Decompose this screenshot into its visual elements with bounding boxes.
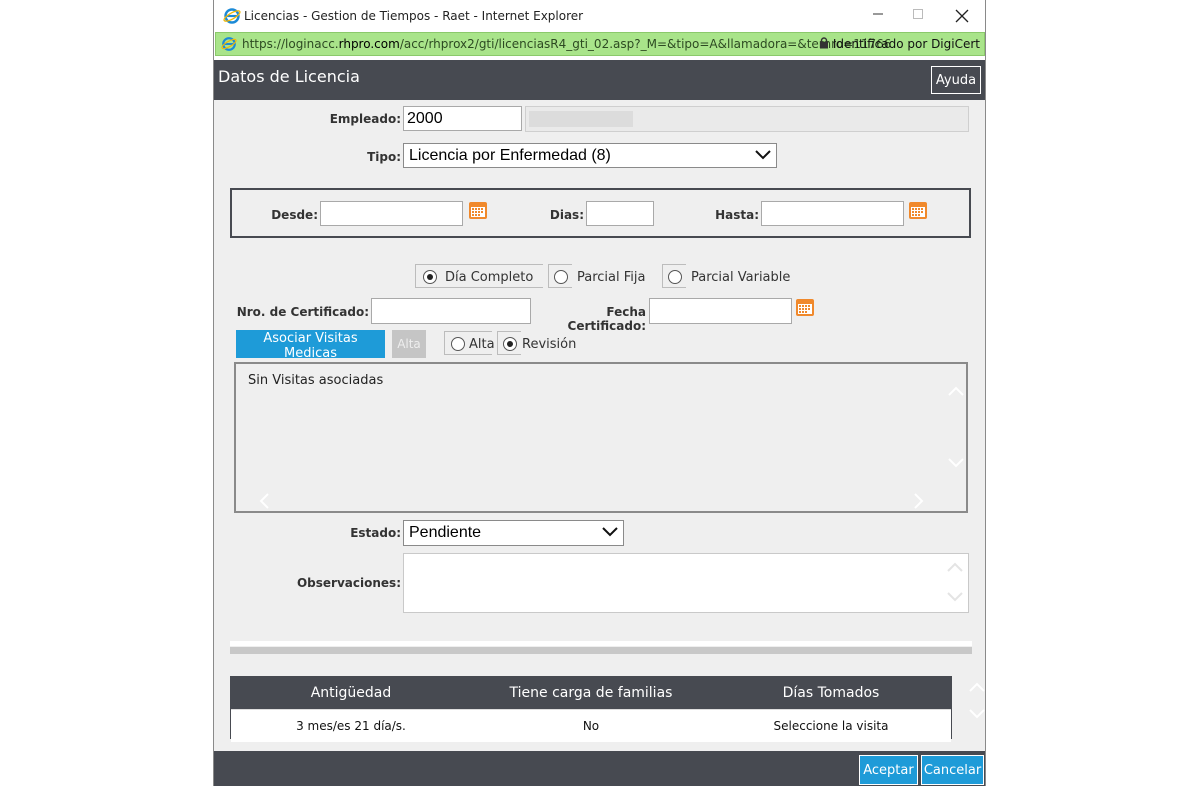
summary-table: Antigüedad Tiene carga de familias Días … <box>230 676 952 742</box>
dates-panel: Desde: Dias: Hasta: <box>230 188 971 238</box>
window-titlebar: Licencias - Gestion de Tiempos - Raet - … <box>214 0 985 32</box>
calendar-icon[interactable] <box>795 297 815 317</box>
cancel-button[interactable]: Cancelar <box>921 755 984 785</box>
calendar-icon[interactable] <box>468 200 488 220</box>
fecha-certificado-input[interactable] <box>649 298 792 324</box>
alta-button[interactable]: Alta <box>392 330 426 358</box>
table-row: 3 mes/es 21 día/s. No Seleccione la visi… <box>231 709 951 742</box>
dias-label: Dias: <box>549 208 584 222</box>
maximize-icon <box>913 9 923 19</box>
observaciones-textarea[interactable] <box>403 553 969 613</box>
revision-radio[interactable] <box>503 337 517 351</box>
visitas-list[interactable]: Sin Visitas asociadas <box>234 362 968 513</box>
estado-select-value: Pendiente <box>409 524 482 541</box>
internet-explorer-icon <box>221 37 237 51</box>
hasta-input[interactable] <box>761 201 904 226</box>
scroll-down-icon[interactable] <box>947 592 963 602</box>
divider <box>230 641 972 646</box>
certificate-indicator[interactable]: Identificado por DigiCert <box>819 37 980 51</box>
address-url[interactable]: https://loginacc.rhpro.com/acc/rhprox2/g… <box>242 37 891 51</box>
column-header-carga-familias: Tiene carga de familias <box>471 677 711 710</box>
scroll-up-icon[interactable] <box>947 562 963 572</box>
certificate-label: Identificado por DigiCert <box>832 37 980 51</box>
dias-tomados-cell: Seleccione la visita <box>711 709 951 742</box>
address-bar[interactable]: https://loginacc.rhpro.com/acc/rhprox2/g… <box>215 32 985 56</box>
tipo-select-value: Licencia por Enfermedad (8) <box>409 147 611 164</box>
url-prefix: https://loginacc. <box>242 37 339 51</box>
dias-input[interactable] <box>586 201 654 226</box>
calendar-icon[interactable] <box>908 200 928 220</box>
parcial-fija-label[interactable]: Parcial Fija <box>577 270 645 285</box>
dia-completo-radio[interactable] <box>423 270 437 284</box>
hasta-label: Hasta: <box>715 208 759 222</box>
redacted-employee-name <box>529 111 633 127</box>
window-title: Licencias - Gestion de Tiempos - Raet - … <box>244 9 584 23</box>
alta-radio-label[interactable]: Alta <box>469 337 495 352</box>
dialog-title: Datos de Licencia <box>218 67 360 86</box>
divider <box>230 647 972 654</box>
dia-completo-label[interactable]: Día Completo <box>445 270 533 285</box>
antiguedad-cell: 3 mes/es 21 día/s. <box>231 709 471 742</box>
nro-certificado-input[interactable] <box>371 298 531 324</box>
desde-label: Desde: <box>271 208 318 222</box>
chevron-down-icon <box>755 150 771 160</box>
revision-radio-label[interactable]: Revisión <box>522 337 576 352</box>
lock-icon <box>819 37 828 49</box>
empleado-label: Empleado: <box>329 112 401 126</box>
scroll-left-icon[interactable] <box>259 493 269 509</box>
visitas-empty-text: Sin Visitas asociadas <box>248 373 384 388</box>
internet-explorer-icon <box>223 8 241 24</box>
empleado-name-field <box>525 106 969 132</box>
url-domain: rhpro.com <box>338 37 400 51</box>
alta-radio[interactable] <box>451 337 465 351</box>
browser-window: Licencias - Gestion de Tiempos - Raet - … <box>213 0 986 786</box>
scroll-right-icon[interactable] <box>914 493 924 509</box>
table-header-row: Antigüedad Tiene carga de familias Días … <box>231 677 951 710</box>
column-header-antiguedad: Antigüedad <box>231 677 471 710</box>
chevron-down-icon <box>602 527 618 537</box>
parcial-variable-label[interactable]: Parcial Variable <box>691 270 790 285</box>
tipo-select[interactable]: Licencia por Enfermedad (8) <box>403 143 777 168</box>
scroll-up-icon[interactable] <box>969 682 985 692</box>
asociar-visitas-button[interactable]: Asociar Visitas Medicas <box>236 330 385 361</box>
summary-grid: Antigüedad Tiene carga de familias Días … <box>231 677 951 742</box>
scroll-down-icon[interactable] <box>948 458 964 468</box>
accept-button[interactable]: Aceptar <box>859 755 918 785</box>
estado-label: Estado: <box>350 526 401 540</box>
scroll-down-icon[interactable] <box>969 709 985 719</box>
help-button[interactable]: Ayuda <box>931 66 981 94</box>
column-header-dias-tomados: Días Tomados <box>711 677 951 710</box>
empleado-input[interactable] <box>403 106 522 131</box>
tipo-label: Tipo: <box>367 150 401 164</box>
dialog-header: Datos de Licencia Ayuda <box>214 60 985 100</box>
close-icon <box>955 9 969 23</box>
nro-certificado-label: Nro. de Certificado: <box>236 305 369 319</box>
carga-familias-cell: No <box>471 709 711 742</box>
close-button[interactable] <box>942 4 982 28</box>
parcial-fija-radio[interactable] <box>554 270 568 284</box>
fecha-certificado-label: Fecha Certificado: <box>567 305 646 333</box>
observaciones-label: Observaciones: <box>296 576 401 590</box>
estado-select[interactable]: Pendiente <box>403 520 624 546</box>
url-path: /acc/rhprox2/gti/licenciasR4_gti_02.asp?… <box>399 37 892 51</box>
dialog-footer: Aceptar Cancelar <box>214 751 985 786</box>
maximize-button[interactable] <box>898 4 938 28</box>
minimize-button[interactable] <box>858 4 898 28</box>
parcial-variable-radio[interactable] <box>668 270 682 284</box>
dialog-body: Empleado: Tipo: Licencia por Enfermedad … <box>214 100 985 751</box>
desde-input[interactable] <box>320 201 463 226</box>
minimize-icon <box>873 13 883 15</box>
scroll-up-icon[interactable] <box>948 386 964 396</box>
